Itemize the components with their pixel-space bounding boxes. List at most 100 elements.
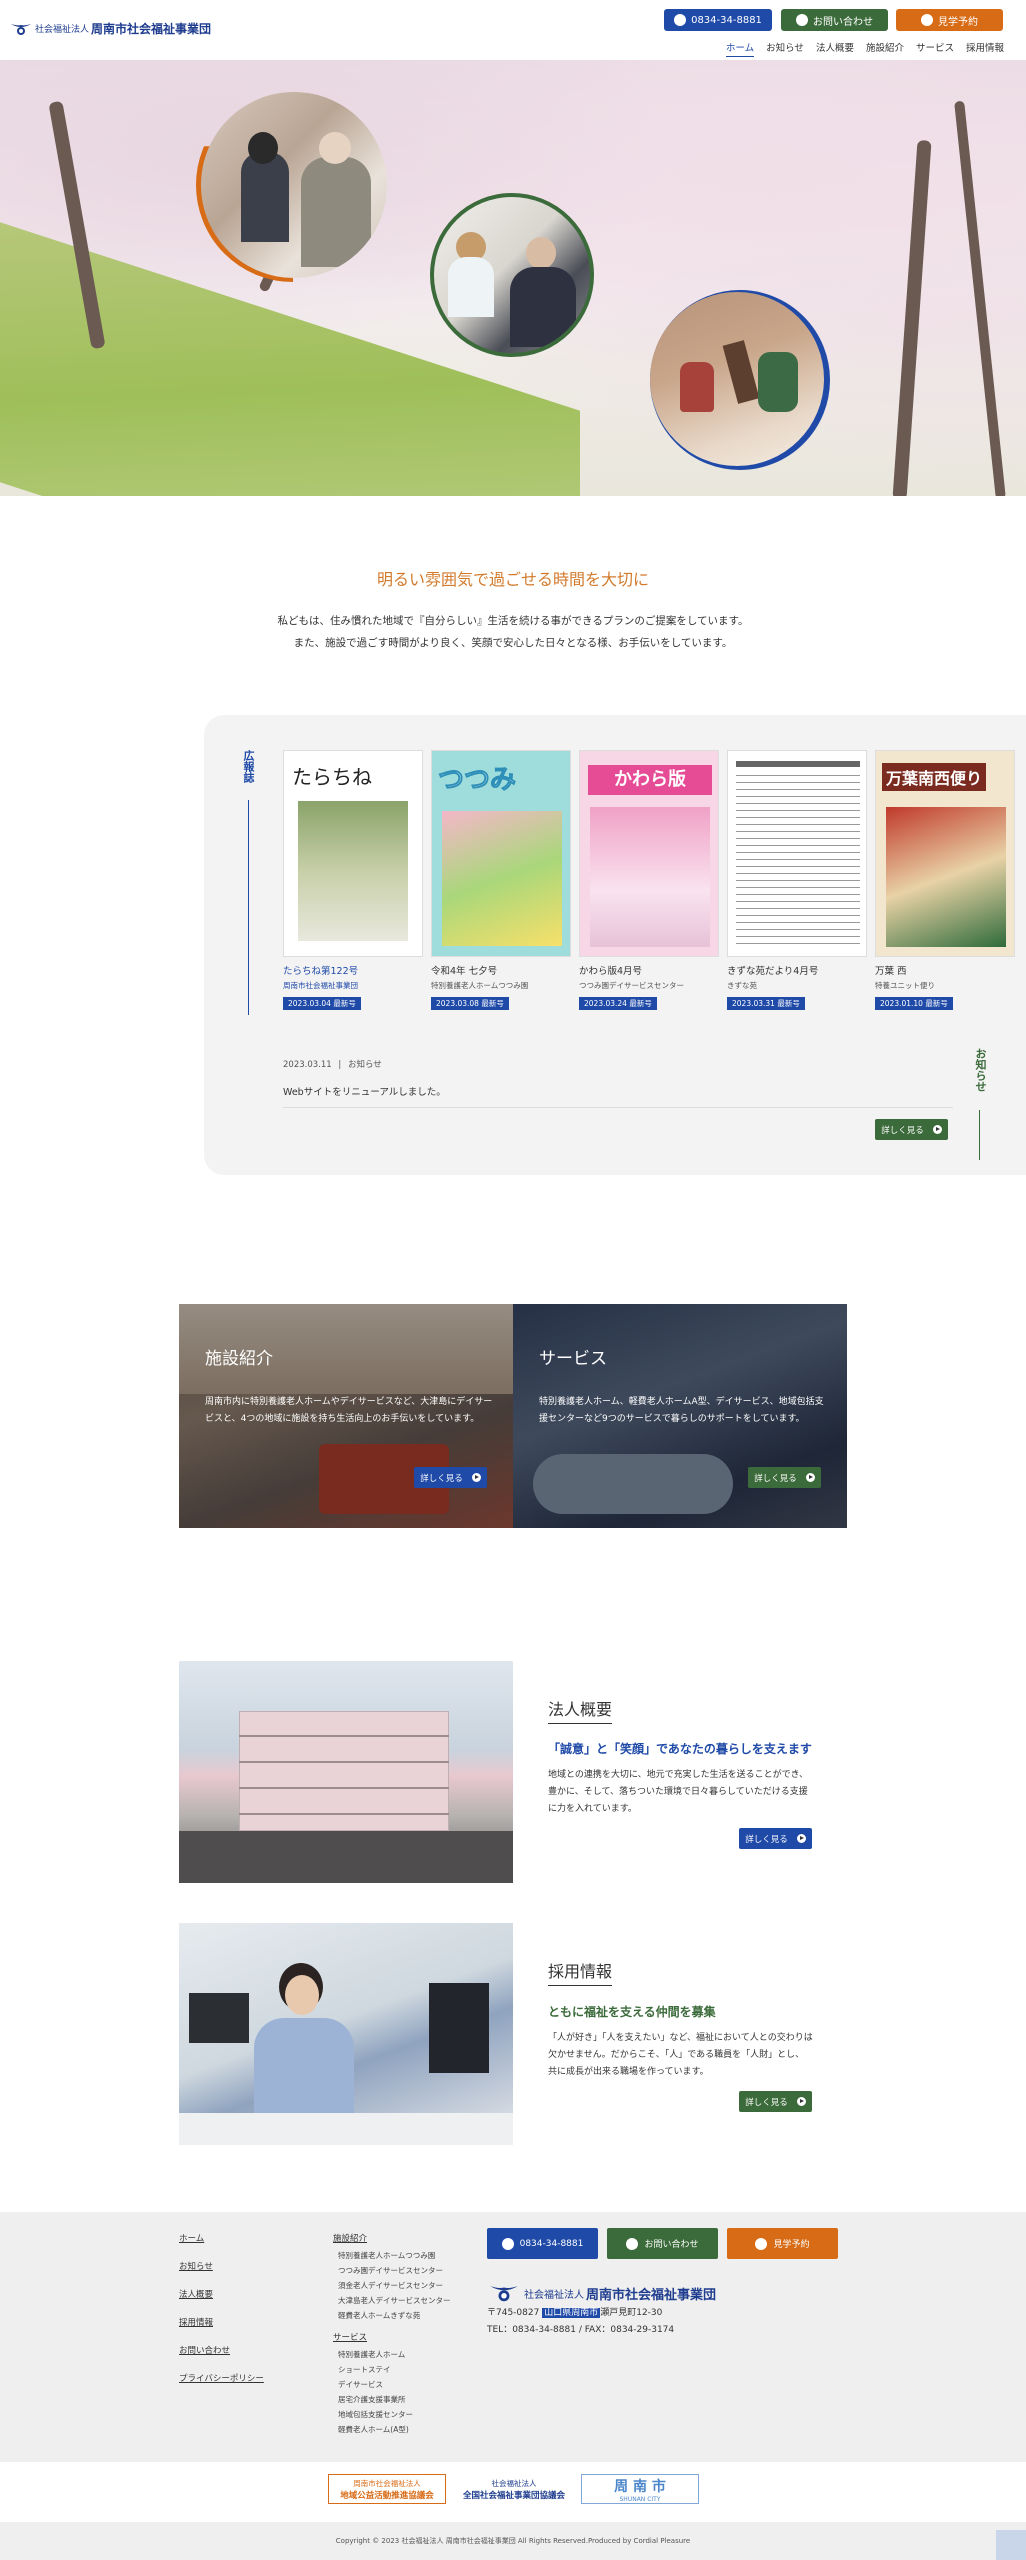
news-category: お知らせ (347, 1060, 382, 1070)
about-heading: 法人概要 (548, 1696, 613, 1724)
banner-line: 社会福祉法人 (491, 2478, 537, 2488)
magazine-cover: かわら版 (579, 750, 719, 957)
nav-news[interactable]: お知らせ (766, 40, 804, 57)
recruit-subheading: ともに福祉を支える仲間を募集 (548, 2005, 716, 2019)
footer-facility-item[interactable]: 須金老人デイサービスセンター (338, 2278, 451, 2293)
arrow-right-icon (796, 1834, 806, 1843)
footer-link-facilities[interactable]: 施設紹介 (333, 2232, 451, 2244)
magazine-cover (727, 750, 867, 957)
facility-more-label: 詳しく見る (420, 1473, 463, 1484)
footer-logo-small-text: 社会福祉法人 (524, 2289, 584, 2301)
facility-more-button[interactable]: 詳しく見る (414, 1467, 487, 1488)
nav-about[interactable]: 法人概要 (816, 40, 854, 57)
magazine-cover-title: つつみ (437, 765, 517, 796)
footer-service-item[interactable]: 軽費老人ホーム(A型) (338, 2422, 451, 2437)
news-section-divider (979, 1110, 980, 1160)
about-more-button[interactable]: 詳しく見る (739, 1828, 812, 1849)
magazine-title: きずな苑だより4月号 (727, 966, 819, 977)
footer-service-item[interactable]: 地域包括支援センター (338, 2407, 451, 2422)
footer-link-contact[interactable]: お問い合わせ (179, 2344, 264, 2356)
kouho-divider (248, 800, 249, 1015)
nav-facilities[interactable]: 施設紹介 (866, 40, 904, 57)
footer-logo[interactable]: 社会福祉法人 周南市社会福祉事業団 (487, 2282, 716, 2304)
magazine-card[interactable]: 万葉南西便り 万葉 西 特養ユニット便り 2023.01.10 最新号 (875, 750, 1015, 1010)
footer-service-item[interactable]: デイサービス (338, 2377, 451, 2392)
service-more-label: 詳しく見る (754, 1473, 797, 1484)
footer-visit-button[interactable]: 見学予約 (727, 2228, 838, 2259)
header-visit-label: 見学予約 (938, 16, 978, 28)
intro-text: 私どもは、住み慣れた地域で『自分らしい』生活を続ける事ができるプランのご提案をし… (0, 610, 1026, 654)
footer-link-recruit[interactable]: 採用情報 (179, 2316, 264, 2328)
footer-service-item[interactable]: 居宅介護支援事業所 (338, 2392, 451, 2407)
phone-icon (674, 14, 687, 26)
magazine-card[interactable]: かわら版 かわら版4月号 つつみ園デイサービスセンター 2023.03.24 最… (579, 750, 719, 1010)
footer-logo-main-text: 周南市社会福祉事業団 (586, 2287, 717, 2303)
back-to-top-button[interactable] (996, 2530, 1026, 2560)
magazine-cover-title: かわら版 (588, 765, 712, 795)
magazine-publisher: 特別養護老人ホームつつみ園 (431, 981, 529, 990)
footer-service-item[interactable]: ショートステイ (338, 2362, 451, 2377)
footer-link-home[interactable]: ホーム (179, 2232, 264, 2244)
footer-tel-button[interactable]: 0834-34-8881 (487, 2228, 598, 2259)
hero-photo-care (201, 92, 387, 278)
footer-link-about[interactable]: 法人概要 (179, 2288, 264, 2300)
site-header: 社会福祉法人 周南市社会福祉事業団 0834-34-8881 お問い合わせ 見学… (0, 0, 1026, 60)
footer-address: 〒745-0827 山口県周南市 瀬戸見町12-30 TEL：0834-34-88… (487, 2305, 674, 2339)
footer-contact-button[interactable]: お問い合わせ (607, 2228, 718, 2259)
magazine-cover: たらちね (283, 750, 423, 957)
footer-contact-label: お問い合わせ (644, 2240, 699, 2250)
service-tile[interactable]: サービス 特別養護老人ホーム、軽費老人ホームA型、デイサービス、地域包括支援セン… (513, 1304, 847, 1528)
magazine-title: 万葉 西 (875, 966, 907, 977)
page: 社会福祉法人 周南市社会福祉事業団 0834-34-8881 お問い合わせ 見学… (0, 0, 1026, 2560)
footer-service-item[interactable]: 特別養護老人ホーム (338, 2347, 451, 2362)
banner-national-council[interactable]: 社会福祉法人 全国社会福祉事業団協議会 (455, 2474, 573, 2504)
news-more-button[interactable]: 詳しく見る (875, 1119, 948, 1140)
banner-regional-council[interactable]: 周南市社会福祉法人 地域公益活動推進協議会 (328, 2474, 446, 2504)
footer-facility-item[interactable]: つつみ園デイサービスセンター (338, 2263, 451, 2278)
logo-main-text: 周南市社会福祉事業団 (91, 22, 212, 36)
arrow-right-icon (805, 1473, 815, 1482)
magazine-title: かわら版4月号 (579, 966, 643, 977)
recruit-text: 「人が好き」「人を支えたい」など、福祉において人との交わりは欠かせません。だから… (548, 2033, 813, 2077)
site-logo[interactable]: 社会福祉法人 周南市社会福祉事業団 (10, 20, 211, 37)
logo-small-text: 社会福祉法人 (35, 25, 90, 35)
news-item-title[interactable]: Webサイトをリニューアルしました。 (283, 1084, 446, 1098)
magazine-publisher: きずな苑 (727, 981, 757, 990)
magazine-cover-title: 万葉南西便り (882, 763, 987, 791)
about-more-label: 詳しく見る (745, 1834, 788, 1845)
hero-photo-consult (434, 197, 590, 353)
service-tile-title: サービス (539, 1349, 607, 1369)
magazine-date-badge: 2023.03.31 最新号 (727, 997, 805, 1010)
intro-line: また、施設で過ごす時間がより良く、笑顔で安心した日々となる様、お手伝いをしていま… (293, 637, 733, 649)
logo-emblem-icon (11, 23, 31, 35)
footer-facility-list: 施設紹介 特別養護老人ホームつつみ園 つつみ園デイサービスセンター 須金老人デイ… (333, 2232, 451, 2437)
footer-link-privacy[interactable]: プライバシーポリシー (179, 2372, 264, 2384)
footer-link-services[interactable]: サービス (333, 2331, 451, 2343)
arrow-right-icon (471, 1473, 481, 1482)
magazine-card[interactable]: きずな苑だより4月号 きずな苑 2023.03.31 最新号 (727, 750, 867, 1010)
nav-services[interactable]: サービス (916, 40, 954, 57)
footer-facility-item[interactable]: 特別養護老人ホームつつみ園 (338, 2248, 451, 2263)
copyright: Copyright © 2023 社会福祉法人 周南市社会福祉事業団 All R… (0, 2522, 1026, 2560)
header-contact-button[interactable]: お問い合わせ (781, 9, 888, 31)
footer-facility-item[interactable]: 軽費老人ホームきずな苑 (338, 2308, 451, 2323)
banner-shunan-city[interactable]: 周 南 市 SHUNAN CITY (581, 2474, 699, 2504)
footer-visit-label: 見学予約 (773, 2240, 810, 2250)
service-more-button[interactable]: 詳しく見る (748, 1467, 821, 1488)
nav-home[interactable]: ホーム (725, 40, 755, 57)
about-building-photo (179, 1661, 513, 1883)
news-item-meta: 2023.03.11 | お知らせ (283, 1060, 382, 1070)
header-tel-button[interactable]: 0834-34-8881 (664, 9, 772, 31)
footer-facility-item[interactable]: 大津島老人デイサービスセンター (338, 2293, 451, 2308)
footer-address-highlight: 山口県周南市 (542, 2308, 601, 2318)
header-visit-button[interactable]: 見学予約 (896, 9, 1003, 31)
footer-link-news[interactable]: お知らせ (179, 2260, 264, 2272)
recruit-heading: 採用情報 (548, 1958, 613, 1986)
recruit-more-button[interactable]: 詳しく見る (739, 2091, 812, 2112)
magazine-cover-title: たらちね (292, 765, 372, 789)
news-date: 2023.03.11 (283, 1060, 332, 1070)
facility-tile[interactable]: 施設紹介 周南市内に特別養護老人ホームやデイサービスなど、大津島にデイサービスと… (179, 1304, 513, 1528)
magazine-card[interactable]: たらちね たらちね第122号 周南市社会福祉事業団 2023.03.04 最新号 (283, 750, 423, 1010)
magazine-card[interactable]: つつみ 令和4年 七夕号 特別養護老人ホームつつみ園 2023.03.08 最新… (431, 750, 571, 1010)
nav-recruit[interactable]: 採用情報 (966, 40, 1004, 57)
